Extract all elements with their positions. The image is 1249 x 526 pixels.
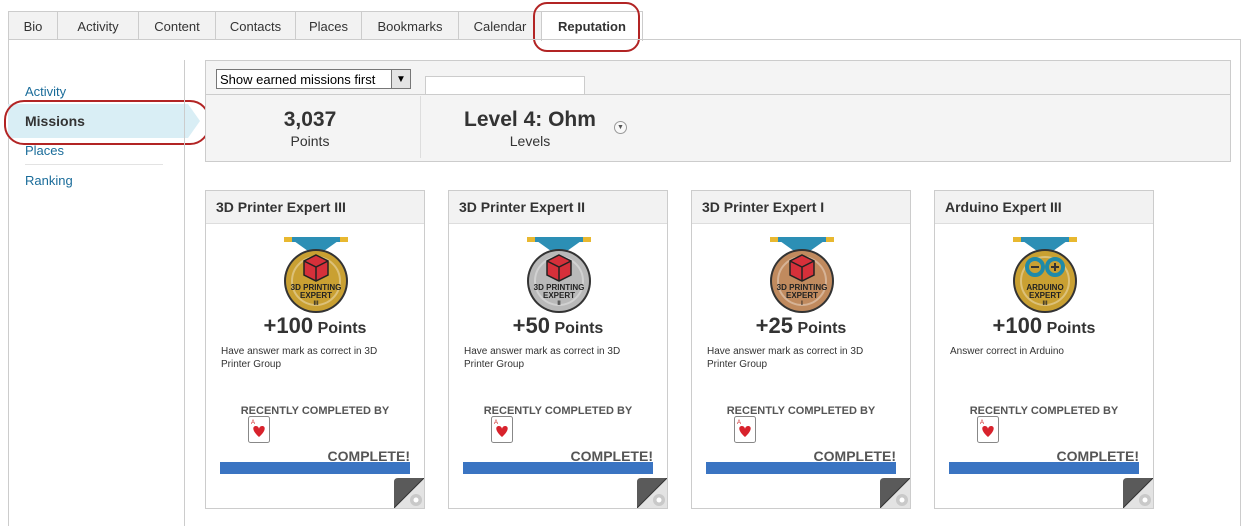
mission-points: +50 Points bbox=[449, 313, 667, 339]
mission-progress-fill bbox=[220, 462, 410, 474]
gear-icon[interactable] bbox=[394, 478, 424, 508]
badge-text: EXPERT bbox=[300, 291, 332, 300]
mission-card[interactable]: 3D Printer Expert III 3D PRINTING EXPERT… bbox=[205, 190, 425, 509]
chevron-down-icon[interactable]: ▼ bbox=[614, 121, 627, 134]
sidebar-item-ranking[interactable]: Ranking bbox=[25, 173, 73, 188]
tab-bio[interactable]: Bio bbox=[8, 11, 58, 40]
svg-text:A: A bbox=[494, 420, 498, 426]
tab-label: Places bbox=[308, 18, 349, 34]
tab-label: Content bbox=[154, 18, 200, 34]
mission-sort-select[interactable]: Show earned missions first ▼ bbox=[216, 69, 411, 89]
mission-progress-bar bbox=[949, 462, 1139, 474]
mission-progress-fill bbox=[949, 462, 1139, 474]
profile-tab-bar: Bio Activity Content Contacts Places Boo… bbox=[8, 11, 1241, 41]
mission-title: 3D Printer Expert II bbox=[449, 191, 667, 224]
mission-card[interactable]: 3D Printer Expert I 3D PRINTING EXPERT I… bbox=[691, 190, 911, 509]
tab-label: Contacts bbox=[229, 18, 282, 34]
mission-progress-bar bbox=[220, 462, 410, 474]
points-unit: Points bbox=[317, 320, 367, 337]
mission-points: +25 Points bbox=[692, 313, 910, 339]
badge-text: EXPERT bbox=[1029, 291, 1061, 300]
chevron-down-icon[interactable]: ▼ bbox=[391, 70, 410, 88]
badge-text: II bbox=[557, 301, 561, 307]
mission-description: Have answer mark as correct in 3D Printe… bbox=[707, 346, 864, 370]
badge-text: III bbox=[313, 301, 318, 307]
mission-progress-fill bbox=[706, 462, 896, 474]
tab-label: Activity bbox=[77, 18, 119, 34]
points-unit: Points bbox=[797, 320, 847, 337]
user-avatar[interactable]: A bbox=[977, 416, 999, 443]
tab-label: Reputation bbox=[558, 19, 626, 34]
sidebar-separator bbox=[25, 164, 163, 165]
tab-label: Bookmarks bbox=[377, 18, 443, 34]
mission-progress-bar bbox=[463, 462, 653, 474]
mission-points: +100 Points bbox=[206, 313, 424, 339]
arduino-expert-badge-icon: ARDUINO EXPERT III bbox=[1013, 237, 1077, 313]
points-value: 3,037 bbox=[283, 108, 337, 131]
tab-calendar[interactable]: Calendar bbox=[458, 11, 542, 40]
tab-bookmarks[interactable]: Bookmarks bbox=[361, 11, 459, 40]
tab-activity[interactable]: Activity bbox=[57, 11, 139, 40]
sidebar-divider bbox=[184, 60, 185, 526]
gear-icon[interactable] bbox=[1123, 478, 1153, 508]
mission-progress-fill bbox=[463, 462, 653, 474]
user-avatar[interactable]: A bbox=[491, 416, 513, 443]
gear-icon[interactable] bbox=[637, 478, 667, 508]
svg-text:A: A bbox=[737, 420, 741, 426]
badge-text: EXPERT bbox=[543, 291, 575, 300]
gear-icon[interactable] bbox=[880, 478, 910, 508]
mission-card[interactable]: 3D Printer Expert II 3D PRINTING EXPERT … bbox=[448, 190, 668, 509]
svg-text:A: A bbox=[980, 420, 984, 426]
summary-tab[interactable] bbox=[425, 76, 585, 95]
user-avatar[interactable]: A bbox=[734, 416, 756, 443]
3d-printing-expert-badge-icon: 3D PRINTING EXPERT III bbox=[284, 237, 348, 313]
points-amount: +25 bbox=[755, 313, 793, 338]
mission-progress-bar bbox=[706, 462, 896, 474]
recently-completed-label: RECENTLY COMPLETED BY bbox=[240, 405, 390, 417]
tab-places[interactable]: Places bbox=[295, 11, 362, 40]
3d-printing-expert-badge-icon: 3D PRINTING EXPERT II bbox=[527, 237, 591, 313]
points-unit: Points bbox=[554, 320, 604, 337]
tab-label: Calendar bbox=[473, 18, 527, 34]
tab-label: Bio bbox=[23, 18, 43, 34]
points-amount: +50 bbox=[512, 313, 550, 338]
mission-description: Have answer mark as correct in 3D Printe… bbox=[221, 346, 378, 370]
sidebar-item-places[interactable]: Places bbox=[25, 143, 64, 158]
svg-text:A: A bbox=[251, 420, 255, 426]
level-label: Levels bbox=[509, 133, 551, 149]
points-amount: +100 bbox=[263, 313, 314, 338]
recently-completed-label: RECENTLY COMPLETED BY bbox=[483, 405, 633, 417]
level-value: Level 4: Ohm bbox=[464, 108, 596, 131]
sidebar-item-activity[interactable]: Activity bbox=[25, 84, 66, 99]
points-amount: +100 bbox=[992, 313, 1043, 338]
mission-title: Arduino Expert III bbox=[935, 191, 1153, 224]
badge-text: EXPERT bbox=[786, 291, 818, 300]
mission-title: 3D Printer Expert III bbox=[206, 191, 424, 224]
mission-title: 3D Printer Expert I bbox=[692, 191, 910, 224]
mission-card[interactable]: Arduino Expert III ARDUINO EXPERT III +1… bbox=[934, 190, 1154, 509]
mission-description: Have answer mark as correct in 3D Printe… bbox=[464, 346, 621, 370]
badge-text: III bbox=[1042, 301, 1047, 307]
recently-completed-label: RECENTLY COMPLETED BY bbox=[969, 405, 1119, 417]
mission-sort-value: Show earned missions first bbox=[220, 71, 376, 87]
tab-content[interactable]: Content bbox=[138, 11, 216, 40]
points-label: Points bbox=[290, 133, 330, 149]
stats-divider bbox=[420, 96, 421, 158]
recently-completed-label: RECENTLY COMPLETED BY bbox=[726, 405, 876, 417]
mission-points: +100 Points bbox=[935, 313, 1153, 339]
tab-reputation[interactable]: Reputation bbox=[541, 11, 643, 41]
missions-highlight bbox=[4, 100, 210, 145]
points-unit: Points bbox=[1046, 320, 1096, 337]
tab-contacts[interactable]: Contacts bbox=[215, 11, 296, 40]
user-avatar[interactable]: A bbox=[248, 416, 270, 443]
3d-printing-expert-badge-icon: 3D PRINTING EXPERT I bbox=[770, 237, 834, 313]
mission-description: Answer correct in Arduino bbox=[950, 346, 1064, 357]
